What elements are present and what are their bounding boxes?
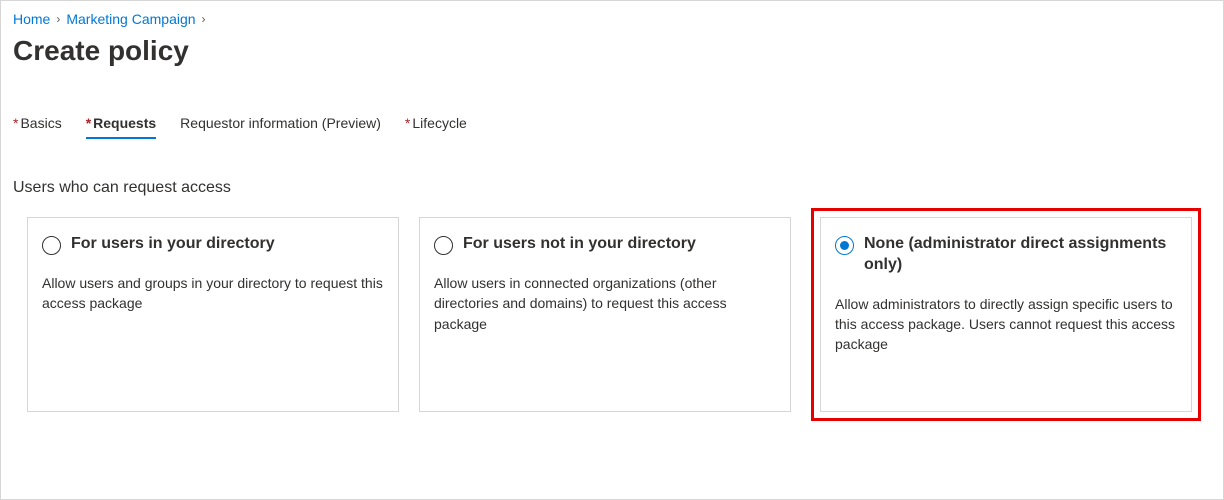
page-title: Create policy [13,35,1211,67]
required-marker: * [86,115,91,131]
tab-label: Basics [20,115,61,131]
option-card-in-directory[interactable]: For users in your directory Allow users … [27,217,399,412]
card-header: For users not in your directory [434,234,776,255]
highlighted-selection: None (administrator direct assignments o… [811,208,1201,421]
option-card-not-in-directory[interactable]: For users not in your directory Allow us… [419,217,791,412]
chevron-right-icon: › [56,12,60,26]
chevron-right-icon: › [202,12,206,26]
tab-label: Requestor information (Preview) [180,115,381,131]
option-card-none[interactable]: None (administrator direct assignments o… [820,217,1192,412]
option-cards: For users in your directory Allow users … [13,217,1211,421]
card-description: Allow users in connected organizations (… [434,273,776,334]
card-title: For users not in your directory [463,234,696,255]
breadcrumb-home[interactable]: Home [13,11,50,27]
tab-label: Lifecycle [412,115,466,131]
breadcrumb: Home › Marketing Campaign › [13,11,1211,27]
tab-basics[interactable]: *Basics [13,115,62,139]
breadcrumb-marketing-campaign[interactable]: Marketing Campaign [66,11,195,27]
tab-bar: *Basics *Requests Requestor information … [13,115,1211,139]
tab-requests[interactable]: *Requests [86,115,156,139]
tab-requestor-information[interactable]: Requestor information (Preview) [180,115,381,139]
tab-label: Requests [93,115,156,131]
required-marker: * [405,115,410,131]
card-title: None (administrator direct assignments o… [864,234,1177,276]
card-header: For users in your directory [42,234,384,255]
card-description: Allow users and groups in your directory… [42,273,384,314]
required-marker: * [13,115,18,131]
section-heading: Users who can request access [13,179,1211,197]
radio-button[interactable] [434,236,453,255]
radio-button[interactable] [42,236,61,255]
radio-button[interactable] [835,236,854,255]
card-title: For users in your directory [71,234,275,255]
card-header: None (administrator direct assignments o… [835,234,1177,276]
card-description: Allow administrators to directly assign … [835,294,1177,355]
tab-lifecycle[interactable]: *Lifecycle [405,115,467,139]
